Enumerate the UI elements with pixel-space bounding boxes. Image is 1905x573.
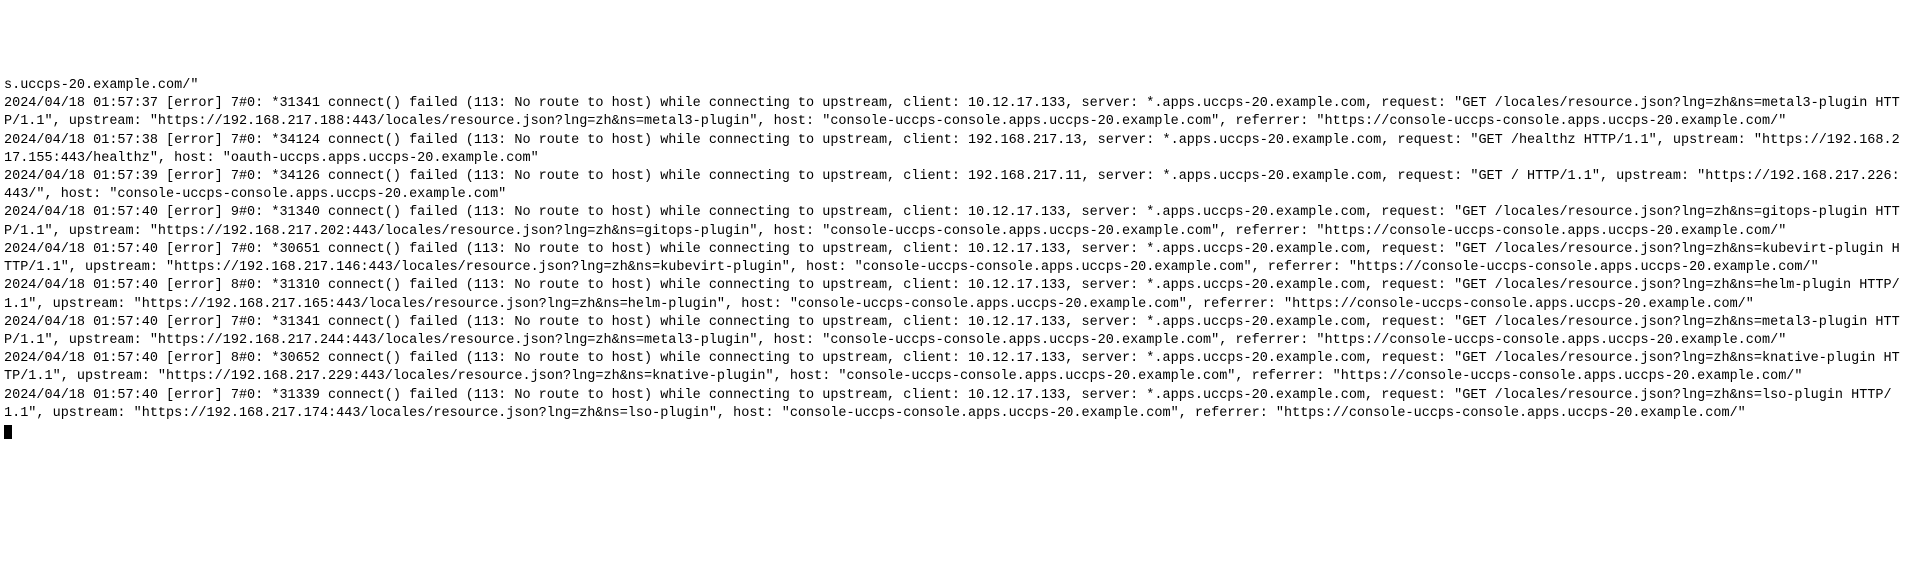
log-line: 2024/04/18 01:57:38 [error] 7#0: *34124 …: [4, 132, 1901, 168]
log-line: 2024/04/18 01:57:40 [error] 7#0: *31341 …: [4, 314, 1901, 350]
log-line: s.uccps-20.example.com/": [4, 77, 1901, 95]
log-line: 2024/04/18 01:57:40 [error] 7#0: *31339 …: [4, 387, 1901, 423]
log-line: 2024/04/18 01:57:40 [error] 8#0: *30652 …: [4, 350, 1901, 386]
cursor-icon: [4, 425, 12, 439]
log-line: 2024/04/18 01:57:37 [error] 7#0: *31341 …: [4, 95, 1901, 131]
terminal-output: s.uccps-20.example.com/"2024/04/18 01:57…: [4, 77, 1901, 423]
log-line: 2024/04/18 01:57:40 [error] 7#0: *30651 …: [4, 241, 1901, 277]
log-line: 2024/04/18 01:57:39 [error] 7#0: *34126 …: [4, 168, 1901, 204]
log-line: 2024/04/18 01:57:40 [error] 8#0: *31310 …: [4, 277, 1901, 313]
log-line: 2024/04/18 01:57:40 [error] 9#0: *31340 …: [4, 204, 1901, 240]
